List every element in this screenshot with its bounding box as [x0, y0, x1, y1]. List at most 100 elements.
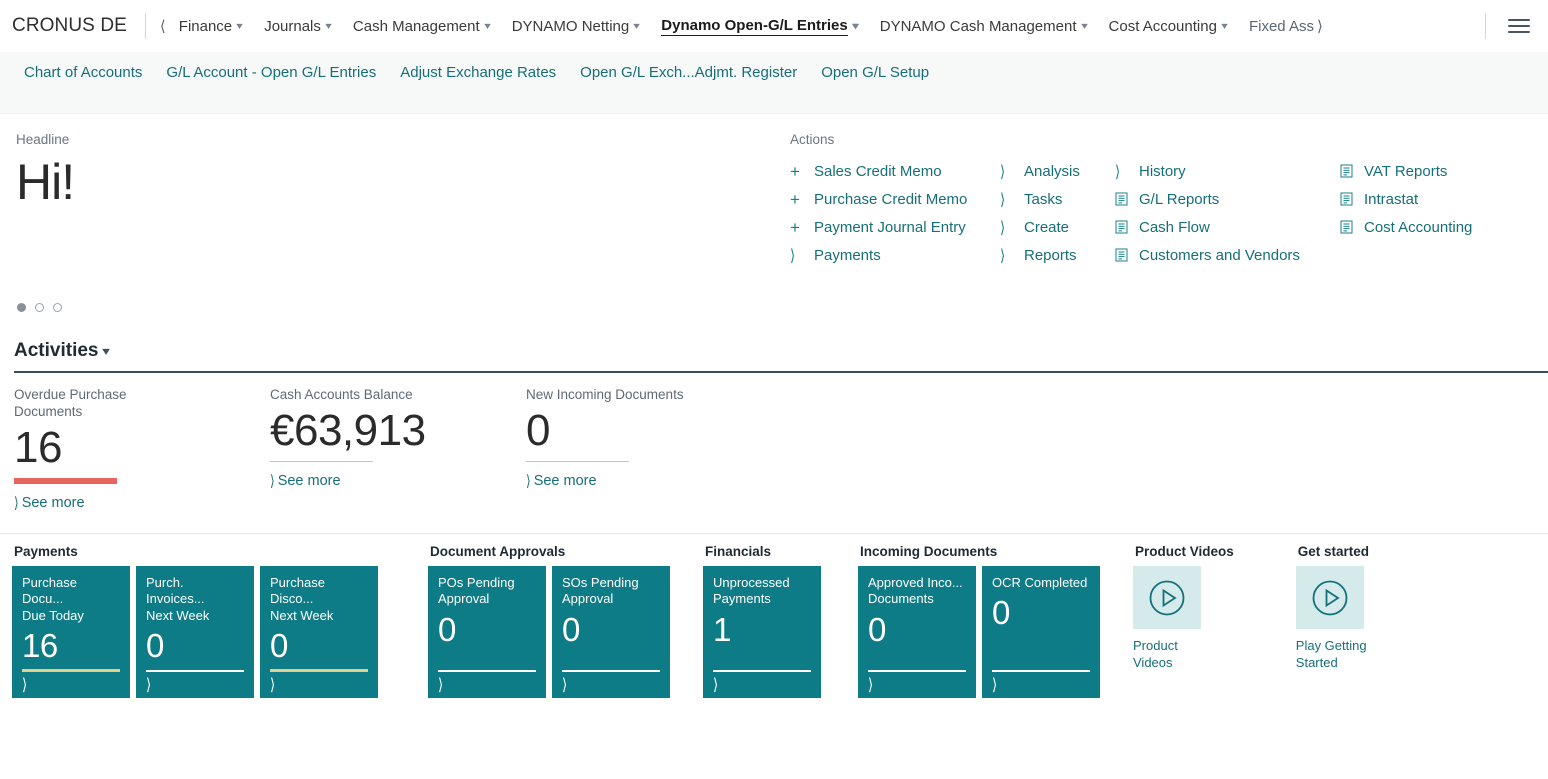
action-customers-and-vendors[interactable]: Customers and Vendors: [1115, 241, 1340, 269]
tile-caption-line2: Next Week: [146, 607, 210, 623]
product-videos-caption[interactable]: Product Videos: [1133, 638, 1205, 672]
chevron-right-icon[interactable]: ⟩: [713, 676, 811, 692]
action-payments[interactable]: ⟩ Payments: [790, 241, 1000, 269]
top-navigation-right: [1475, 13, 1548, 39]
subnav-link-open-gl-setup[interactable]: Open G/L Setup: [809, 60, 941, 85]
action-cost-accounting[interactable]: Cost Accounting: [1340, 213, 1520, 241]
hamburger-icon[interactable]: [1508, 15, 1530, 37]
cue-value[interactable]: 16: [14, 424, 270, 471]
action-cash-flow[interactable]: Cash Flow: [1115, 213, 1340, 241]
actions-column-4: VAT Reports Intrastat Cost Accounting: [1340, 157, 1520, 269]
chevron-right-icon: ⟩: [1000, 189, 1006, 209]
action-create[interactable]: ⟩ Create: [1000, 213, 1115, 241]
cue-title: Cash Accounts Balance: [270, 387, 413, 402]
cue-value[interactable]: 0: [526, 407, 782, 454]
cue-value[interactable]: €63,913: [270, 407, 526, 454]
tile-caption-line2: Approval: [438, 591, 490, 607]
action-sales-credit-memo[interactable]: + Sales Credit Memo: [790, 157, 1000, 185]
carousel-dot-3[interactable]: [53, 303, 62, 312]
chevron-right-icon[interactable]: ⟩: [868, 676, 966, 692]
tile-purchase-discounts-next-week[interactable]: Purchase Disco... Next Week 0 ⟩: [260, 566, 378, 698]
play-circle-icon[interactable]: [1295, 566, 1364, 629]
carousel-dot-2[interactable]: [35, 303, 44, 312]
tile-status-bar: [146, 669, 244, 672]
nav-item-dynamo-open-gl-entries[interactable]: Dynamo Open-G/L Entries ▾: [650, 11, 868, 42]
report-icon: [1340, 164, 1358, 178]
nav-item-cash-management[interactable]: Cash Management ▾: [342, 12, 501, 41]
get-started-caption[interactable]: Play Getting Started: [1296, 638, 1368, 672]
tile-caption: Approved Inco... Documents: [868, 575, 966, 608]
tile-status-bar: [438, 669, 536, 672]
group-financials: Financials Unprocessed Payments 1 ⟩: [703, 544, 821, 698]
subnav-link-gl-account-open-gl-entries[interactable]: G/L Account - Open G/L Entries: [154, 60, 388, 85]
cue-see-more-link[interactable]: ⟩ See more: [14, 494, 270, 512]
action-tasks[interactable]: ⟩ Tasks: [1000, 185, 1115, 213]
nav-item-fixed-assets-overflow[interactable]: Fixed Ass ⟩: [1238, 11, 1334, 41]
headline-actions-band: Headline Hi! Actions + Sales Credit Memo…: [0, 114, 1548, 334]
report-icon: [1115, 220, 1133, 234]
tile-caption-line1: Purchase Docu...: [22, 575, 77, 607]
cue-cash-accounts-balance: Cash Accounts Balance €63,913 ⟩ See more: [270, 387, 526, 533]
tile-unprocessed-payments[interactable]: Unprocessed Payments 1 ⟩: [703, 566, 821, 698]
cue-see-more-link[interactable]: ⟩ See more: [526, 472, 782, 490]
action-history[interactable]: ⟩ History: [1115, 157, 1340, 185]
action-gl-reports[interactable]: G/L Reports: [1115, 185, 1340, 213]
actions-column-3: ⟩ History G/L Reports Cash Flow Customer…: [1115, 157, 1340, 269]
cue-status-bar: [14, 477, 117, 484]
cue-see-more-link[interactable]: ⟩ See more: [270, 471, 526, 491]
nav-item-finance[interactable]: Finance ▾: [168, 12, 253, 41]
chevron-right-icon[interactable]: ⟩: [562, 676, 660, 692]
sub-navigation-bar: Chart of Accounts G/L Account - Open G/L…: [0, 52, 1548, 114]
action-analysis[interactable]: ⟩ Analysis: [1000, 157, 1115, 185]
play-circle-icon[interactable]: [1133, 566, 1201, 629]
action-label: Payment Journal Entry: [814, 218, 966, 236]
cue-see-more-label: See more: [21, 494, 85, 511]
chevron-right-icon[interactable]: ⟩: [146, 676, 244, 692]
action-label: Purchase Credit Memo: [814, 190, 968, 208]
nav-divider-right: [1485, 13, 1486, 39]
tile-status-bar: [992, 669, 1090, 672]
action-purchase-credit-memo[interactable]: + Purchase Credit Memo: [790, 185, 1000, 213]
tile-status-bar: [562, 669, 660, 672]
nav-item-journals[interactable]: Journals ▾: [253, 12, 342, 41]
action-label: Create: [1024, 218, 1070, 236]
tile-caption-line1: POs Pending: [438, 575, 515, 590]
chevron-right-icon[interactable]: ⟩: [438, 676, 536, 692]
nav-item-cost-accounting[interactable]: Cost Accounting ▾: [1098, 12, 1238, 41]
tile-purch-invoices-next-week[interactable]: Purch. Invoices... Next Week 0 ⟩: [136, 566, 254, 698]
chevron-down-icon: ▾: [236, 20, 243, 32]
tile-status-bar: [22, 669, 120, 672]
action-vat-reports[interactable]: VAT Reports: [1340, 157, 1520, 185]
chevron-right-icon[interactable]: ⟩: [992, 676, 1090, 692]
group-tile-list: Purchase Docu... Due Today 16 ⟩ Purch. I…: [12, 566, 378, 698]
nav-item-dynamo-netting[interactable]: DYNAMO Netting ▾: [501, 12, 651, 41]
action-intrastat[interactable]: Intrastat: [1340, 185, 1520, 213]
actions-label: Actions: [790, 132, 835, 147]
group-tile-list: Unprocessed Payments 1 ⟩: [703, 566, 821, 698]
activities-header[interactable]: Activities ▾: [0, 340, 1548, 362]
tile-status-bar: [868, 669, 966, 672]
subnav-link-open-gl-exch-adjmt-register[interactable]: Open G/L Exch...Adjmt. Register: [568, 60, 809, 85]
chevron-left-icon[interactable]: ⟨: [160, 19, 166, 34]
action-label: History: [1139, 162, 1186, 180]
plus-icon: +: [790, 161, 800, 181]
tile-approved-incoming-documents[interactable]: Approved Inco... Documents 0 ⟩: [858, 566, 976, 698]
action-reports[interactable]: ⟩ Reports: [1000, 241, 1115, 269]
chevron-right-icon: ⟩: [270, 471, 275, 491]
nav-item-dynamo-cash-management[interactable]: DYNAMO Cash Management ▾: [869, 12, 1098, 41]
activities-title: Activities: [14, 340, 99, 361]
action-label: VAT Reports: [1364, 162, 1448, 180]
action-payment-journal-entry[interactable]: + Payment Journal Entry: [790, 213, 1000, 241]
chevron-right-icon[interactable]: ⟩: [270, 676, 368, 692]
tile-pos-pending-approval[interactable]: POs Pending Approval 0 ⟩: [428, 566, 546, 698]
carousel-dot-1[interactable]: [17, 303, 26, 312]
tile-purchase-documents-due-today[interactable]: Purchase Docu... Due Today 16 ⟩: [12, 566, 130, 698]
subnav-link-chart-of-accounts[interactable]: Chart of Accounts: [12, 60, 154, 85]
tile-caption: Purchase Docu... Due Today: [22, 575, 120, 624]
subnav-link-adjust-exchange-rates[interactable]: Adjust Exchange Rates: [388, 60, 568, 85]
tile-sos-pending-approval[interactable]: SOs Pending Approval 0 ⟩: [552, 566, 670, 698]
plus-icon: +: [790, 189, 800, 209]
chevron-right-icon[interactable]: ⟩: [22, 676, 120, 692]
tile-caption-line2: Due Today: [22, 607, 84, 623]
tile-ocr-completed[interactable]: OCR Completed 0 ⟩: [982, 566, 1100, 698]
